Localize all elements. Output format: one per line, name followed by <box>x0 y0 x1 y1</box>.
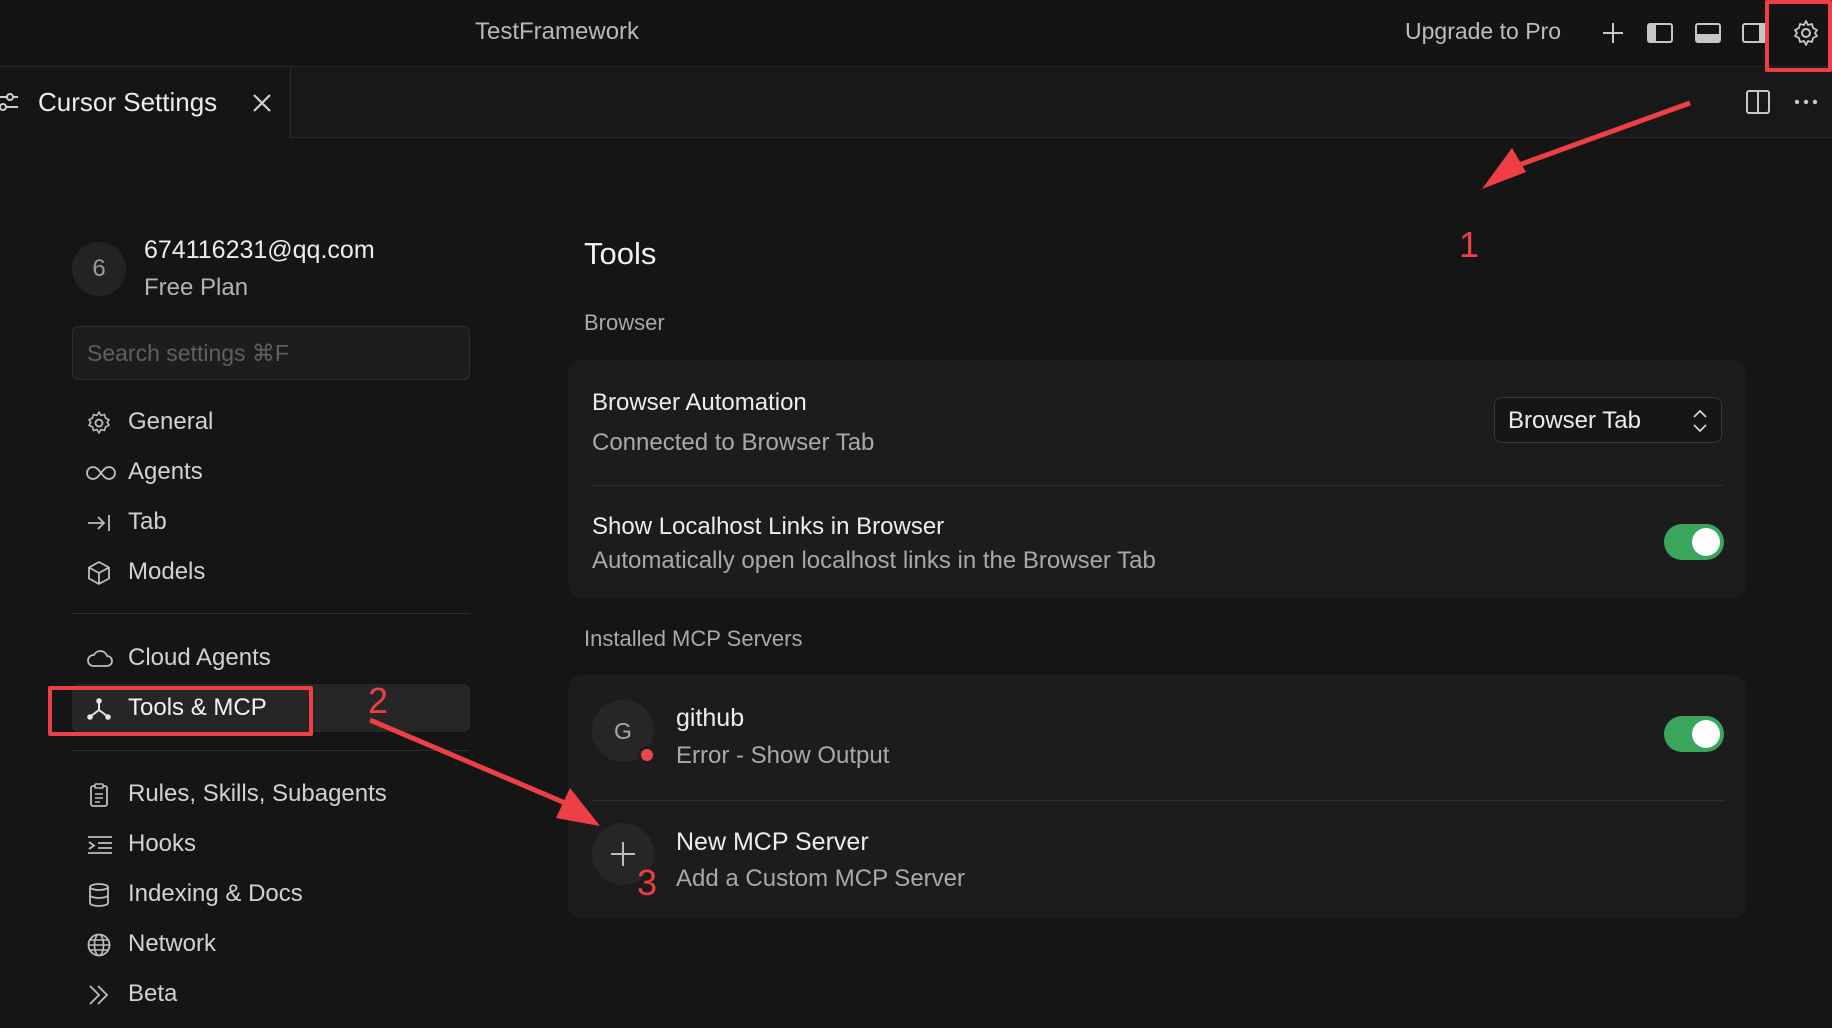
annotation-step-2: 2 <box>368 680 389 721</box>
annotation-arrows <box>369 100 1691 826</box>
arrow-head-2 <box>556 788 600 826</box>
arrow-head-1 <box>1482 148 1526 189</box>
annotation-step-3: 3 <box>637 862 658 903</box>
annotation-step-1: 1 <box>1459 224 1480 265</box>
